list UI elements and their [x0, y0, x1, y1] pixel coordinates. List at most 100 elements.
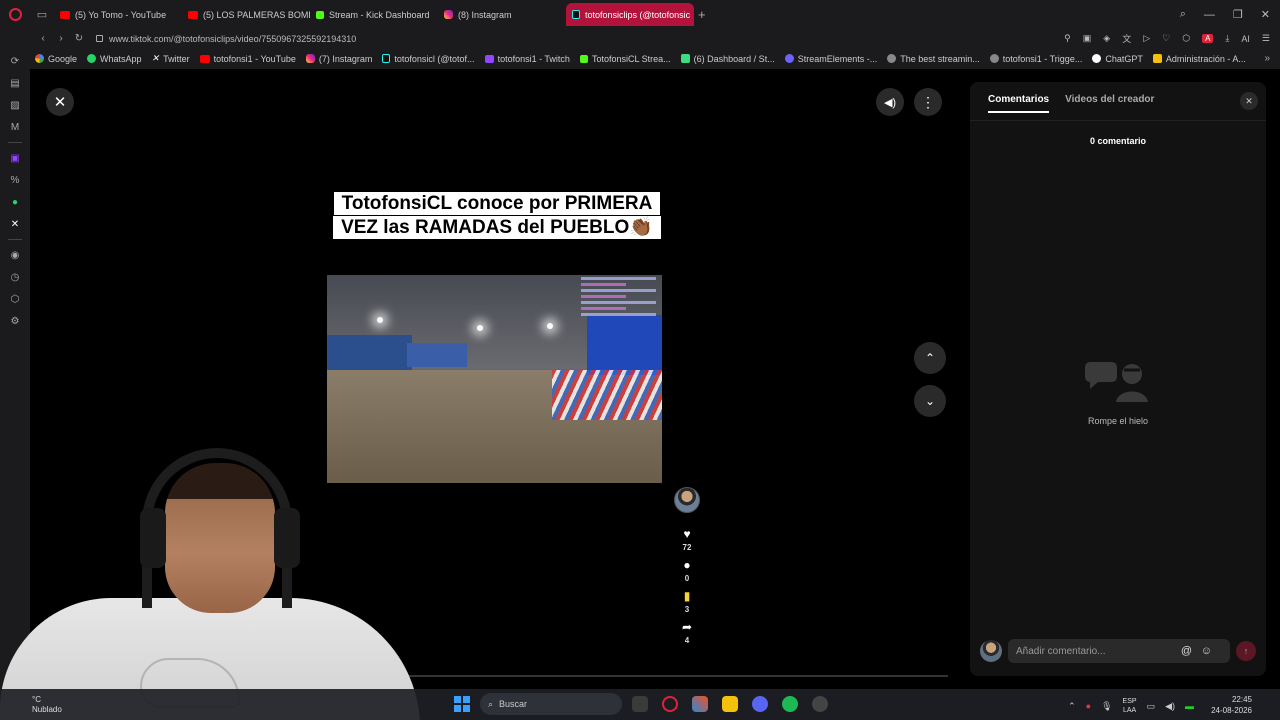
- translate-icon[interactable]: 文: [1122, 32, 1131, 45]
- dashboard-icon: [680, 54, 690, 63]
- browser-tab[interactable]: (5) LOS PALMERAS BOMB: [182, 3, 310, 26]
- bookmark-item[interactable]: totofonsi1 - Trigge...: [985, 54, 1088, 64]
- network-icon[interactable]: ▭: [1147, 701, 1156, 712]
- workspace-icon[interactable]: ▨: [0, 94, 30, 116]
- x-icon[interactable]: ✕: [0, 213, 30, 235]
- obs-icon[interactable]: [812, 696, 828, 712]
- bookmark-item[interactable]: The best streamin...: [882, 54, 985, 64]
- settings-icon[interactable]: ⚙: [0, 310, 30, 332]
- chevron-up-icon[interactable]: ⌃: [1068, 701, 1076, 712]
- percent-icon[interactable]: %: [0, 169, 30, 191]
- comment-button[interactable]: ● 0: [679, 558, 695, 583]
- microphone-icon[interactable]: 🎙: [1101, 701, 1112, 712]
- language-indicator[interactable]: ESP LAA: [1123, 697, 1137, 715]
- previous-video-button[interactable]: ⌃: [914, 342, 946, 374]
- file-explorer-icon[interactable]: [722, 696, 738, 712]
- bookmark-item[interactable]: (6) Dashboard / St...: [676, 54, 780, 64]
- bookmark-item[interactable]: Administración - A...: [1148, 54, 1251, 64]
- profile-icon[interactable]: A: [1202, 34, 1214, 43]
- snapshot-icon[interactable]: ▣: [1083, 33, 1092, 44]
- browser-tab[interactable]: Stream - Kick Dashboard: [310, 3, 438, 26]
- tab-comments[interactable]: Comentarios: [988, 94, 1050, 113]
- pin-icon[interactable]: ⚲: [1064, 33, 1071, 44]
- bookmark-item[interactable]: totofonsicl (@totof...: [377, 54, 479, 64]
- divider: [970, 120, 1266, 121]
- close-window-icon[interactable]: ✕: [1261, 8, 1270, 21]
- menu-icon[interactable]: ☰: [1262, 33, 1270, 44]
- twitch-icon[interactable]: ▣: [0, 147, 30, 169]
- share-button[interactable]: ➦ 4: [679, 620, 695, 645]
- sidebar-divider: [8, 142, 22, 143]
- more-bookmarks-icon[interactable]: »: [1264, 53, 1270, 64]
- download-icon[interactable]: ⤓: [1225, 33, 1229, 44]
- opera-icon[interactable]: [662, 696, 678, 712]
- extensions-icon[interactable]: ⬡: [1182, 33, 1190, 44]
- tab-manager-icon[interactable]: ▭: [30, 0, 54, 29]
- creator-avatar[interactable]: [674, 487, 700, 513]
- volume-button[interactable]: ◀): [876, 88, 904, 116]
- windows-start-icon[interactable]: [454, 696, 470, 712]
- browser-tab[interactable]: (8) Instagram: [438, 3, 566, 26]
- spotify-icon[interactable]: [782, 696, 798, 712]
- player-icon[interactable]: ◉: [0, 244, 30, 266]
- taskbar-apps: [632, 696, 828, 712]
- weather-widget[interactable]: °C Nublado: [32, 695, 62, 715]
- bookmark-item[interactable]: ✕ Twitter: [147, 53, 195, 64]
- weather-text: Nublado: [32, 705, 62, 714]
- taskbar-clock[interactable]: 22:45 24-08-2026: [1211, 694, 1252, 716]
- close-video-button[interactable]: ✕: [46, 88, 74, 116]
- back-icon[interactable]: ‹: [34, 33, 52, 44]
- mention-icon[interactable]: @: [1181, 645, 1192, 657]
- twitch-icon: [484, 54, 494, 63]
- google-icon: [35, 54, 44, 63]
- antivirus-icon[interactable]: ●: [1086, 701, 1091, 711]
- browser-tab-active[interactable]: totofonsiclips (@totofonsic: [566, 3, 694, 26]
- m-icon[interactable]: M: [0, 116, 30, 138]
- maximize-icon[interactable]: ❐: [1233, 8, 1243, 21]
- discord-icon[interactable]: [752, 696, 768, 712]
- search-tabs-icon[interactable]: ⌕: [1180, 8, 1186, 21]
- bookmark-item[interactable]: Google: [30, 54, 82, 64]
- pinboard-icon[interactable]: ▤: [0, 72, 30, 94]
- browser-tab[interactable]: (5) Yo Tomo - YouTube: [54, 3, 182, 26]
- reload-icon[interactable]: ↻: [70, 33, 88, 44]
- copilot-icon[interactable]: [692, 696, 708, 712]
- bookmark-item[interactable]: WhatsApp: [82, 54, 147, 64]
- bookmark-item[interactable]: totofonsi1 - YouTube: [195, 54, 301, 64]
- taskbar-search[interactable]: ⌕ Buscar: [480, 693, 622, 715]
- bookmark-item[interactable]: StreamElements -...: [780, 54, 883, 64]
- task-view-icon[interactable]: [632, 696, 648, 712]
- heart-icon[interactable]: ♡: [1162, 33, 1170, 44]
- bookmark-item[interactable]: totofonsi1 - Twitch: [480, 54, 575, 64]
- comment-input[interactable]: [1008, 639, 1230, 663]
- send-comment-button[interactable]: ↑: [1236, 641, 1256, 661]
- bookmark-item[interactable]: (7) Instagram: [301, 54, 378, 64]
- more-options-button[interactable]: ⋮: [914, 88, 942, 116]
- volume-icon[interactable]: ◀): [1165, 701, 1175, 712]
- close-panel-button[interactable]: ✕: [1240, 92, 1258, 110]
- url-text: www.tiktok.com/@totofonsiclips/video/755…: [109, 33, 357, 44]
- bookmark-item[interactable]: ChatGPT: [1087, 54, 1148, 64]
- history-icon[interactable]: ◷: [0, 266, 30, 288]
- new-tab-button[interactable]: +: [698, 7, 706, 22]
- next-video-button[interactable]: ⌄: [914, 385, 946, 417]
- shield-icon[interactable]: ◈: [1103, 33, 1110, 44]
- lock-icon: [96, 35, 103, 42]
- share-count: 4: [684, 636, 690, 645]
- bookmark-item[interactable]: TotofonsiCL Strea...: [575, 54, 676, 64]
- bookmarks-bar: Google WhatsApp ✕ Twitter totofonsi1 - Yo…: [30, 48, 1280, 69]
- speed-dial-icon[interactable]: ⟳: [0, 50, 30, 72]
- minimize-icon[interactable]: —: [1204, 9, 1215, 21]
- battery-icon[interactable]: ▬: [1185, 701, 1194, 711]
- forward-icon[interactable]: ›: [52, 33, 70, 44]
- tab-creator-videos[interactable]: Videos del creador: [1065, 94, 1154, 113]
- extensions-icon[interactable]: ⬡: [0, 288, 30, 310]
- emoji-icon[interactable]: ☺: [1201, 645, 1212, 657]
- aria-ai-button[interactable]: AI: [1241, 34, 1250, 44]
- play-icon[interactable]: ▷: [1143, 33, 1150, 44]
- like-button[interactable]: ♥ 72: [679, 527, 695, 552]
- url-field[interactable]: www.tiktok.com/@totofonsiclips/video/755…: [96, 34, 356, 44]
- opera-logo-icon[interactable]: [0, 0, 30, 29]
- whatsapp-icon[interactable]: ●: [0, 191, 30, 213]
- save-button[interactable]: ▮ 3: [679, 589, 695, 614]
